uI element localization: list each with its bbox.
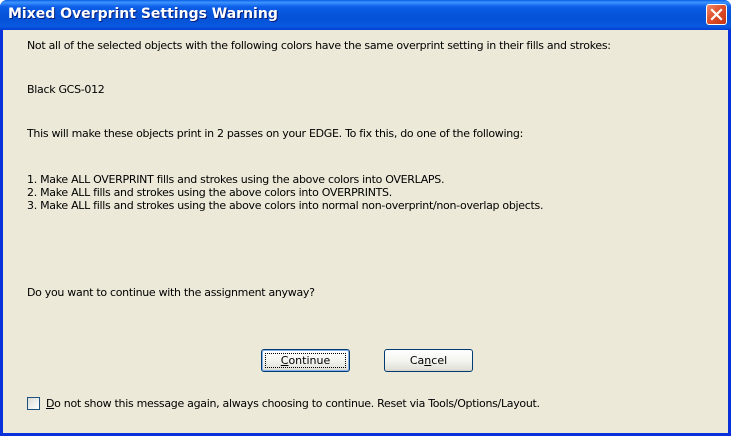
continue-button[interactable]: Continue [261,349,350,372]
cancel-button-label: Cancel [409,354,448,367]
continue-button-label: Continue [280,354,331,367]
warning-text: This will make these objects print in 2 … [27,127,524,140]
dialog-window: Mixed Overprint Settings Warning Not all… [0,0,731,436]
dont-show-again-label[interactable]: Do not show this message again, always c… [46,397,540,410]
option-1: 1. Make ALL OVERPRINT fills and strokes … [27,173,445,186]
cancel-button[interactable]: Cancel [384,349,473,372]
window-title: Mixed Overprint Settings Warning [8,6,278,22]
title-bar[interactable]: Mixed Overprint Settings Warning [0,0,731,30]
intro-text: Not all of the selected objects with the… [27,39,611,52]
close-icon [710,8,723,21]
close-button[interactable] [706,4,727,25]
color-name: Black GCS-012 [27,83,105,96]
option-2: 2. Make ALL fills and strokes using the … [27,186,392,199]
dont-show-again-checkbox[interactable] [27,397,40,410]
option-3: 3. Make ALL fills and strokes using the … [27,199,544,212]
question-text: Do you want to continue with the assignm… [27,286,315,299]
dialog-body: Not all of the selected objects with the… [3,30,728,433]
